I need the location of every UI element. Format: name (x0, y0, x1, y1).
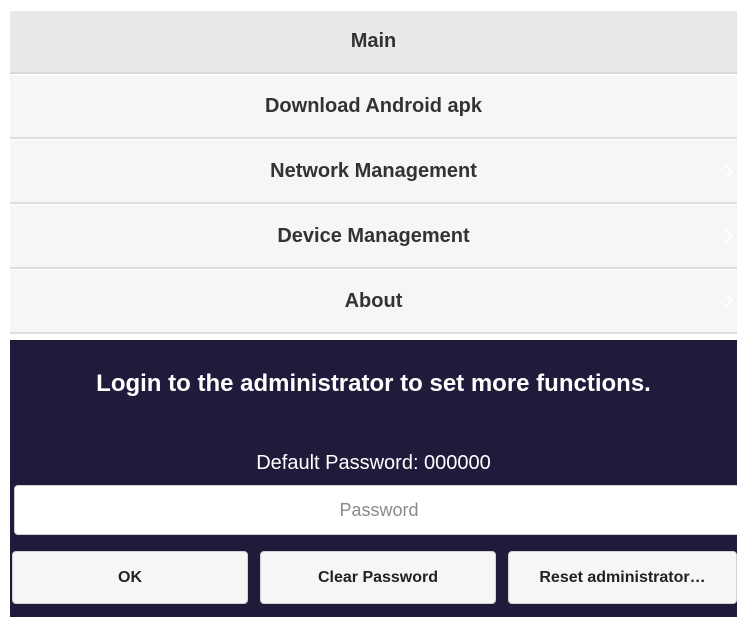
password-input[interactable] (14, 485, 737, 535)
chevron-right-icon (718, 293, 734, 309)
menu-item-label: Device Management (277, 224, 470, 247)
ok-button[interactable]: OK (12, 551, 248, 604)
menu-item-main[interactable]: Main (10, 10, 737, 74)
page: Main Download Android apk Network Manage… (0, 0, 737, 617)
login-title: Login to the administrator to set more f… (96, 370, 651, 397)
reset-administrator-button[interactable]: Reset administrator… (508, 551, 737, 604)
menu-item-download-android-apk[interactable]: Download Android apk (10, 74, 737, 139)
default-password-hint: Default Password: 000000 (256, 452, 491, 474)
menu-item-network-management[interactable]: Network Management (10, 139, 737, 204)
menu-item-about[interactable]: About (10, 269, 737, 334)
nav-menu: Main Download Android apk Network Manage… (10, 10, 737, 334)
menu-item-label: Network Management (270, 159, 477, 182)
chevron-right-icon (718, 228, 734, 244)
menu-item-label: About (344, 289, 403, 312)
clear-password-button[interactable]: Clear Password (260, 551, 496, 604)
login-panel: Login to the administrator to set more f… (10, 340, 737, 617)
menu-item-device-management[interactable]: Device Management (10, 204, 737, 269)
menu-item-label: Main (350, 30, 397, 52)
menu-item-label: Download Android apk (264, 94, 483, 117)
chevron-right-icon (718, 163, 734, 179)
